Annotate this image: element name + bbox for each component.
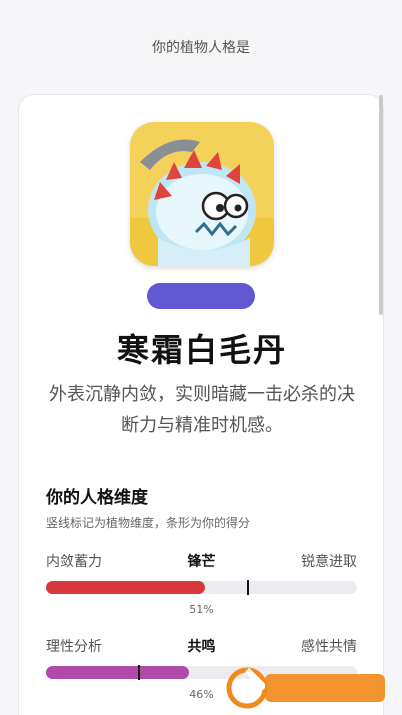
dimension-right-label: 锐意进取 [301, 554, 357, 570]
plant-dimension-marker [247, 580, 250, 595]
page-title: 你的植物人格是 [152, 40, 250, 56]
plant-name: 寒霜白毛丹 [116, 331, 287, 369]
dimension-row: 内敛蓄力 锋芒 锐意进取 51% [46, 551, 357, 616]
site-watermark-logo [225, 666, 387, 710]
dimension-bar [46, 580, 357, 595]
plant-dimension-marker [138, 665, 141, 680]
dimension-score: 51% [189, 603, 214, 616]
dimension-bar-fill [46, 581, 205, 594]
dimension-right-label: 感性共情 [301, 639, 357, 655]
dimensions-title: 你的人格维度 [46, 488, 148, 508]
result-card: 寒霜白毛丹 外表沉静内敛，实则暗藏一击必杀的决断力与精准时机感。 你的人格维度 … [18, 94, 384, 715]
plant-description: 外表沉静内敛，实则暗藏一击必杀的决断力与精准时机感。 [49, 384, 355, 436]
scrollbar[interactable] [379, 95, 383, 315]
personality-badge [147, 283, 255, 309]
dimensions-subtitle: 竖线标记为植物维度，条形为你的得分 [46, 516, 251, 530]
frost-plant-avatar-icon [130, 122, 274, 266]
dimension-bar-fill [46, 666, 190, 679]
